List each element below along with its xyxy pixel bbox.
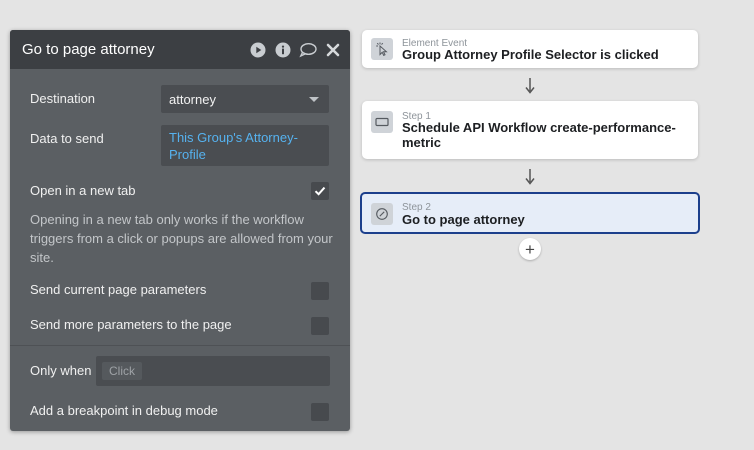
panel-divider: [10, 345, 350, 346]
step-1-name: Schedule API Workflow create-performance…: [402, 120, 676, 150]
api-workflow-icon: [371, 111, 393, 133]
event-name: Group Attorney Profile Selector is click…: [402, 47, 659, 62]
breakpoint-checkbox[interactable]: [311, 403, 329, 421]
open-new-tab-checkbox[interactable]: [311, 182, 329, 200]
panel-header: Go to page attorney: [10, 30, 350, 69]
comment-icon[interactable]: [299, 41, 317, 59]
step-2-card[interactable]: Step 2 Go to page attorney: [360, 192, 700, 234]
only-when-placeholder: Click: [102, 362, 142, 380]
close-icon[interactable]: [324, 41, 342, 59]
destination-dropdown[interactable]: attorney: [161, 85, 329, 113]
send-more-params-checkbox[interactable]: [311, 317, 329, 335]
plus-icon: +: [525, 239, 535, 259]
flow-arrow-icon: [525, 169, 535, 185]
play-icon[interactable]: [249, 41, 267, 59]
step-1-card[interactable]: Step 1 Schedule API Workflow create-perf…: [362, 101, 698, 159]
new-tab-hint: Opening in a new tab only works if the w…: [30, 212, 333, 265]
open-new-tab-label: Open in a new tab: [30, 183, 136, 198]
only-when-label: Only when: [30, 363, 92, 378]
only-when-field[interactable]: Click: [96, 356, 330, 386]
chevron-down-icon: [309, 97, 319, 102]
data-to-send-label: Data to send: [30, 131, 104, 146]
send-current-params-checkbox[interactable]: [311, 282, 329, 300]
flow-arrow-icon: [525, 78, 535, 94]
checkmark-icon: [314, 186, 326, 196]
event-card[interactable]: Element Event Group Attorney Profile Sel…: [362, 30, 698, 68]
breakpoint-label: Add a breakpoint in debug mode: [30, 403, 218, 418]
panel-title: Go to page attorney: [22, 41, 155, 58]
data-to-send-field[interactable]: This Group's Attorney-Profile: [161, 125, 329, 166]
add-step-button[interactable]: +: [519, 238, 541, 260]
destination-label: Destination: [30, 91, 96, 106]
action-property-panel: Go to page attorney Destination attorney…: [10, 30, 350, 431]
destination-value: attorney: [169, 91, 216, 107]
info-icon[interactable]: [274, 41, 292, 59]
data-to-send-expression: This Group's Attorney-Profile: [169, 130, 298, 162]
send-current-params-label: Send current page parameters: [30, 282, 207, 297]
navigate-icon: [371, 203, 393, 225]
step-2-name: Go to page attorney: [402, 212, 525, 227]
pointer-click-icon: [371, 38, 393, 60]
send-more-params-label: Send more parameters to the page: [30, 317, 232, 332]
